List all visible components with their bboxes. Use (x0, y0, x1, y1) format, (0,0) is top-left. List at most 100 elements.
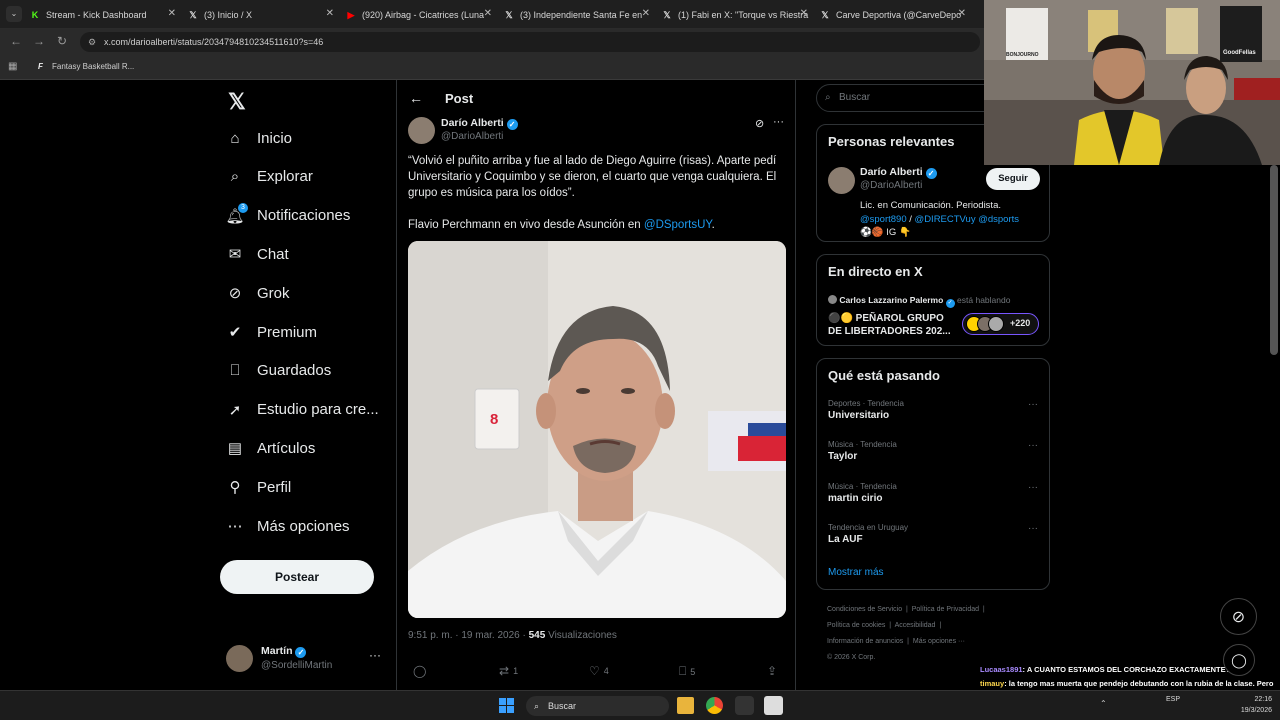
repost-button[interactable]: ⇄ 1 (499, 664, 518, 678)
nav-item-grok[interactable]: ⊘ Grok (226, 278, 290, 308)
author-avatar[interactable] (408, 117, 435, 144)
live-space-title[interactable]: ⚫🟡 PEÑAROL GRUPO DE LIBERTADORES 202... (828, 312, 951, 338)
verified-badge-icon: ✓ (506, 119, 518, 130)
x-icon: 𝕏 (821, 9, 829, 20)
nav-item-más-opciones[interactable]: ⋯ Más opciones (226, 511, 350, 541)
input-language[interactable]: ESP (1166, 696, 1180, 703)
page-scrollbar[interactable] (1270, 165, 1278, 355)
footer-link[interactable]: Política de Privacidad (912, 606, 979, 613)
person-name[interactable]: Darío Alberti (860, 166, 923, 178)
footer-link[interactable]: Condiciones de Servicio (827, 606, 902, 613)
close-icon[interactable]: ✕ (800, 8, 808, 19)
bio-line: ⚽🏀 IG 👇 (860, 227, 911, 238)
browser-tab[interactable]: 𝕏 Carve Deportiva (@CarveDepo ✕ (820, 3, 970, 27)
back-icon[interactable]: ← (10, 34, 22, 48)
system-clock[interactable]: 22:16 19/3/2026 (1241, 694, 1272, 716)
browser-tab[interactable]: 𝕏 (1) Fabi en X: "Torque vs Riestra ✕ (662, 3, 812, 27)
site-info-icon[interactable]: ⚙ (88, 32, 96, 52)
grok-icon[interactable]: ⊘ (755, 117, 764, 130)
more-dots-icon[interactable]: ··· (1028, 523, 1038, 534)
close-icon[interactable]: ✕ (958, 8, 966, 19)
nav-item-estudio-para-cre[interactable]: ➚ Estudio para cre... (226, 395, 379, 425)
browser-tab[interactable]: K Stream - Kick Dashboard ✕ (30, 3, 180, 27)
nav-item-artículos[interactable]: ▤ Artículos (226, 433, 315, 463)
mention-link[interactable]: @dsports (978, 214, 1019, 225)
avatar[interactable] (828, 167, 855, 194)
mention-link[interactable]: @DIRECTVuy (915, 214, 976, 225)
tab-title: (1) Fabi en X: "Torque vs Riestra (678, 10, 809, 20)
bookmark-item[interactable]: Fantasy Basketball R... (52, 62, 134, 71)
account-switcher[interactable]: Martín ✓ @SordelliMartin ··· (226, 642, 396, 678)
more-dots-icon[interactable]: ··· (773, 116, 784, 128)
forward-icon[interactable]: → (33, 34, 45, 48)
notification-badge: 3 (238, 202, 248, 213)
close-icon[interactable]: ✕ (484, 8, 492, 19)
app-icon[interactable] (764, 696, 783, 715)
live-host-row[interactable]: Carlos Lazzarino Palermo ✓ está hablando (828, 295, 1010, 308)
like-button[interactable]: ♡ 4 (589, 664, 609, 678)
bookmark-button[interactable]: ⎕ 5 (679, 664, 695, 679)
nav-item-inicio[interactable]: ⌂ Inicio (226, 123, 292, 153)
reload-icon[interactable]: ↻ (57, 34, 67, 48)
browser-tab[interactable]: 𝕏 (3) Independiente Santa Fe en ✕ (504, 3, 654, 27)
more-dots-icon[interactable]: ··· (1028, 399, 1038, 410)
mention-link[interactable]: @sport890 (860, 214, 907, 225)
follow-button[interactable]: Seguir (986, 168, 1040, 190)
windows-start-icon[interactable] (499, 698, 515, 714)
tab-search-button[interactable]: ⌄ (6, 6, 22, 22)
share-button[interactable]: ⇪ (767, 664, 777, 678)
show-more-link[interactable]: Mostrar más (828, 567, 884, 578)
close-icon[interactable]: ✕ (642, 8, 650, 19)
post-button[interactable]: Postear (220, 560, 374, 594)
nav-item-guardados[interactable]: ⎕ Guardados (226, 356, 331, 386)
app-icon[interactable] (735, 696, 754, 715)
browser-tab[interactable]: ▶ (920) Airbag - Cicatrices (Luna ✕ (346, 3, 496, 27)
close-icon[interactable]: ✕ (326, 8, 334, 19)
footer-link[interactable]: Política de cookies (827, 622, 885, 629)
taskbar-search[interactable]: ⌕ Buscar (526, 696, 669, 716)
x-logo-icon[interactable]: 𝕏 (228, 89, 246, 115)
post-text-span: . (711, 219, 715, 231)
more-dots-icon[interactable]: ··· (369, 648, 381, 662)
chat-username[interactable]: Lucaas1891 (980, 665, 1023, 674)
footer-link[interactable]: Accesibilidad (895, 622, 936, 629)
trend-topic: La AUF (828, 533, 863, 545)
account-name-row: Martín ✓ (261, 645, 307, 658)
post-photo[interactable]: 8 (408, 241, 786, 618)
trend-item[interactable]: Deportes · Tendencia Universitario ··· (828, 399, 1038, 421)
person-handle[interactable]: @DarioAlberti (860, 180, 922, 191)
trend-item[interactable]: Tendencia en Uruguay La AUF ··· (828, 523, 1038, 545)
nav-item-notificaciones[interactable]: 🔔︎ 3 Notificaciones (225, 201, 350, 231)
nav-item-chat[interactable]: ✉ Chat (226, 239, 289, 269)
folder-icon[interactable] (677, 697, 694, 714)
person-name-row[interactable]: Darío Alberti ✓ (860, 166, 937, 179)
author-name[interactable]: Darío Alberti (441, 117, 504, 129)
nav-item-perfil[interactable]: ⚲ Perfil (226, 472, 292, 502)
grok-float-button[interactable]: ⊘ (1220, 598, 1257, 635)
nav-item-explorar[interactable]: ⌕ Explorar (226, 162, 313, 192)
chrome-icon[interactable] (706, 697, 723, 714)
url-field[interactable]: ⚙ x.com/darioalberti/status/203479481023… (80, 32, 980, 52)
more-dots-icon[interactable]: ··· (1028, 440, 1038, 451)
nav-item-premium[interactable]: ✔ Premium (226, 317, 317, 347)
trend-item[interactable]: Música · Tendencia Taylor ··· (828, 440, 1038, 462)
browser-tab[interactable]: 𝕏 (3) Inicio / X ✕ (188, 3, 338, 27)
reply-button[interactable]: ◯ (413, 664, 430, 678)
youtube-icon: ▶ (347, 9, 355, 20)
footer-link[interactable]: Información de anuncios (827, 638, 903, 645)
trend-item[interactable]: Música · Tendencia martin cirio ··· (828, 482, 1038, 504)
author-handle[interactable]: @DarioAlberti (441, 131, 503, 142)
back-arrow-icon[interactable]: ← (409, 90, 423, 106)
more-dots-icon[interactable]: ··· (1028, 482, 1038, 493)
author-name-row[interactable]: Darío Alberti ✓ (441, 117, 518, 130)
mention-link[interactable]: @DSportsUY (644, 219, 712, 231)
post-timestamp[interactable]: 9:51 p. m. · 19 mar. 2026 · (408, 630, 529, 641)
chat-text: : A CUANTO ESTAMOS DEL CORCHAZO EXACTAME… (1022, 665, 1235, 674)
tray-chevron-icon[interactable]: ⌃ (1100, 699, 1107, 708)
apps-grid-icon[interactable]: ▦ (8, 61, 17, 72)
footer-link[interactable]: Más opciones ··· (913, 638, 965, 645)
chat-username[interactable]: timauy (980, 679, 1004, 688)
live-listeners-pill[interactable]: +220 (962, 313, 1039, 335)
messages-float-button[interactable]: ◯ (1223, 644, 1255, 676)
close-icon[interactable]: ✕ (168, 8, 176, 19)
